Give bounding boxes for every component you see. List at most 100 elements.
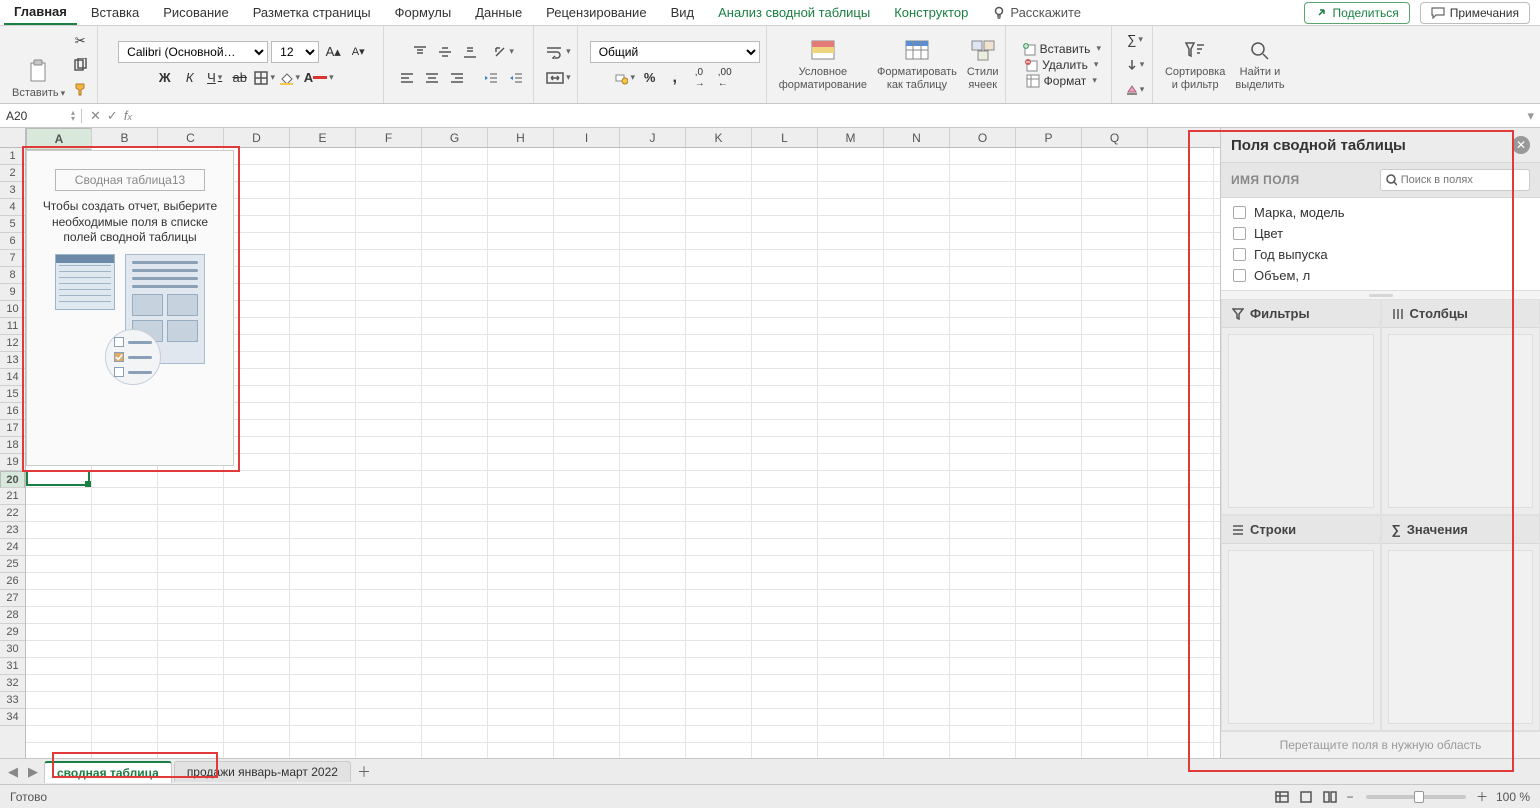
column-header[interactable]: D bbox=[224, 128, 290, 147]
font-size-select[interactable]: 12 bbox=[271, 41, 319, 63]
percent-button[interactable]: % bbox=[639, 67, 661, 89]
column-header[interactable]: F bbox=[356, 128, 422, 147]
tab-data[interactable]: Данные bbox=[465, 1, 532, 24]
format-as-table-button[interactable]: Форматировать как таблицу bbox=[877, 38, 957, 90]
enter-formula-button[interactable]: ✓ bbox=[107, 108, 118, 124]
column-header[interactable]: M bbox=[818, 128, 884, 147]
wrap-text-button[interactable]: ▾ bbox=[546, 41, 571, 63]
merge-cells-button[interactable]: ▾ bbox=[546, 67, 571, 89]
delete-cells-button[interactable]: Удалить▾ bbox=[1020, 57, 1102, 73]
zone-filters[interactable]: Фильтры bbox=[1221, 299, 1381, 515]
font-color-button[interactable]: А▾ bbox=[304, 67, 334, 89]
row-header[interactable]: 11 bbox=[0, 318, 25, 335]
worksheet-area[interactable]: ABCDEFGHIJKLMNOPQ 1234567891011121314151… bbox=[0, 128, 1220, 758]
row-header[interactable]: 14 bbox=[0, 369, 25, 386]
field-item[interactable]: Марка, модель bbox=[1221, 202, 1540, 223]
select-all-corner[interactable] bbox=[0, 128, 26, 147]
view-normal-button[interactable] bbox=[1272, 789, 1292, 805]
row-header[interactable]: 18 bbox=[0, 437, 25, 454]
expand-formula-bar-button[interactable]: ▾ bbox=[1521, 108, 1540, 124]
row-header[interactable]: 22 bbox=[0, 505, 25, 522]
align-top-button[interactable] bbox=[409, 41, 431, 63]
format-painter-button[interactable] bbox=[69, 78, 91, 100]
row-header[interactable]: 29 bbox=[0, 624, 25, 641]
column-header[interactable]: O bbox=[950, 128, 1016, 147]
sort-filter-button[interactable]: Сортировка и фильтр bbox=[1165, 38, 1225, 90]
tab-home[interactable]: Главная bbox=[4, 0, 77, 25]
column-header[interactable]: G bbox=[422, 128, 488, 147]
column-header[interactable]: B bbox=[92, 128, 158, 147]
insert-cells-button[interactable]: Вставить▾ bbox=[1018, 41, 1105, 57]
close-pane-button[interactable]: ✕ bbox=[1512, 136, 1530, 154]
strikethrough-button[interactable]: ab bbox=[229, 67, 251, 89]
row-header[interactable]: 12 bbox=[0, 335, 25, 352]
view-page-layout-button[interactable] bbox=[1296, 789, 1316, 805]
increase-indent-button[interactable] bbox=[505, 67, 527, 89]
share-button[interactable]: Поделиться bbox=[1304, 2, 1409, 24]
column-header[interactable]: I bbox=[554, 128, 620, 147]
decrease-indent-button[interactable] bbox=[480, 67, 502, 89]
fx-button[interactable]: fx bbox=[124, 108, 132, 124]
row-header[interactable]: 21 bbox=[0, 488, 25, 505]
row-header[interactable]: 27 bbox=[0, 590, 25, 607]
field-item[interactable]: Цвет bbox=[1221, 223, 1540, 244]
tab-insert[interactable]: Вставка bbox=[81, 1, 149, 24]
view-page-break-button[interactable] bbox=[1320, 789, 1340, 805]
zone-values[interactable]: ∑Значения bbox=[1381, 515, 1540, 731]
row-header[interactable]: 2 bbox=[0, 165, 25, 182]
copy-button[interactable] bbox=[69, 54, 91, 76]
sheet-tab[interactable]: продажи январь-март 2022 bbox=[174, 761, 351, 782]
sheet-nav-prev[interactable]: ◀ bbox=[4, 764, 22, 780]
row-header[interactable]: 20 bbox=[0, 471, 25, 488]
clear-button[interactable]: ▾ bbox=[1124, 79, 1146, 101]
row-header[interactable]: 9 bbox=[0, 284, 25, 301]
zoom-out-button[interactable]: − bbox=[1342, 790, 1358, 804]
row-header[interactable]: 25 bbox=[0, 556, 25, 573]
conditional-formatting-button[interactable]: Условное форматирование bbox=[779, 38, 867, 90]
row-header[interactable]: 4 bbox=[0, 199, 25, 216]
row-header[interactable]: 23 bbox=[0, 522, 25, 539]
row-header[interactable]: 30 bbox=[0, 641, 25, 658]
increase-font-button[interactable]: A▴ bbox=[322, 41, 344, 63]
row-header[interactable]: 5 bbox=[0, 216, 25, 233]
tab-formulas[interactable]: Формулы bbox=[385, 1, 462, 24]
row-header[interactable]: 34 bbox=[0, 709, 25, 726]
tell-me[interactable]: Расскажите bbox=[982, 1, 1091, 24]
active-cell[interactable] bbox=[26, 470, 90, 486]
zone-rows[interactable]: Строки bbox=[1221, 515, 1381, 731]
column-header[interactable]: L bbox=[752, 128, 818, 147]
column-header[interactable]: Q bbox=[1082, 128, 1148, 147]
column-header[interactable]: J bbox=[620, 128, 686, 147]
fill-color-button[interactable]: ▾ bbox=[279, 67, 301, 89]
field-item[interactable]: Объем, л bbox=[1221, 265, 1540, 286]
align-bottom-button[interactable] bbox=[459, 41, 481, 63]
row-header[interactable]: 6 bbox=[0, 233, 25, 250]
column-header[interactable]: E bbox=[290, 128, 356, 147]
decrease-font-button[interactable]: A▾ bbox=[347, 41, 369, 63]
number-format-select[interactable]: Общий bbox=[590, 41, 760, 63]
row-header[interactable]: 24 bbox=[0, 539, 25, 556]
row-header[interactable]: 16 bbox=[0, 403, 25, 420]
tab-draw[interactable]: Рисование bbox=[153, 1, 238, 24]
currency-button[interactable]: ▾ bbox=[614, 67, 636, 89]
sheet-nav-next[interactable]: ▶ bbox=[24, 764, 42, 780]
row-header[interactable]: 19 bbox=[0, 454, 25, 471]
comma-style-button[interactable]: , bbox=[664, 67, 686, 89]
bold-button[interactable]: Ж bbox=[154, 67, 176, 89]
add-sheet-button[interactable]: ＋ bbox=[353, 762, 375, 782]
autosum-button[interactable]: ∑▾ bbox=[1124, 29, 1146, 51]
row-header[interactable]: 26 bbox=[0, 573, 25, 590]
row-header[interactable]: 1 bbox=[0, 148, 25, 165]
tab-design[interactable]: Конструктор bbox=[884, 1, 978, 24]
pivot-fields-list[interactable]: Марка, модель Цвет Год выпуска Объем, л bbox=[1221, 198, 1540, 291]
row-header[interactable]: 3 bbox=[0, 182, 25, 199]
zoom-slider[interactable] bbox=[1366, 795, 1466, 799]
comments-button[interactable]: Примечания bbox=[1420, 2, 1530, 24]
sheet-tab-active[interactable]: сводная таблица bbox=[44, 761, 172, 783]
align-middle-button[interactable] bbox=[434, 41, 456, 63]
row-header[interactable]: 28 bbox=[0, 607, 25, 624]
tab-view[interactable]: Вид bbox=[661, 1, 705, 24]
column-header[interactable]: K bbox=[686, 128, 752, 147]
column-header[interactable]: P bbox=[1016, 128, 1082, 147]
row-header[interactable]: 31 bbox=[0, 658, 25, 675]
